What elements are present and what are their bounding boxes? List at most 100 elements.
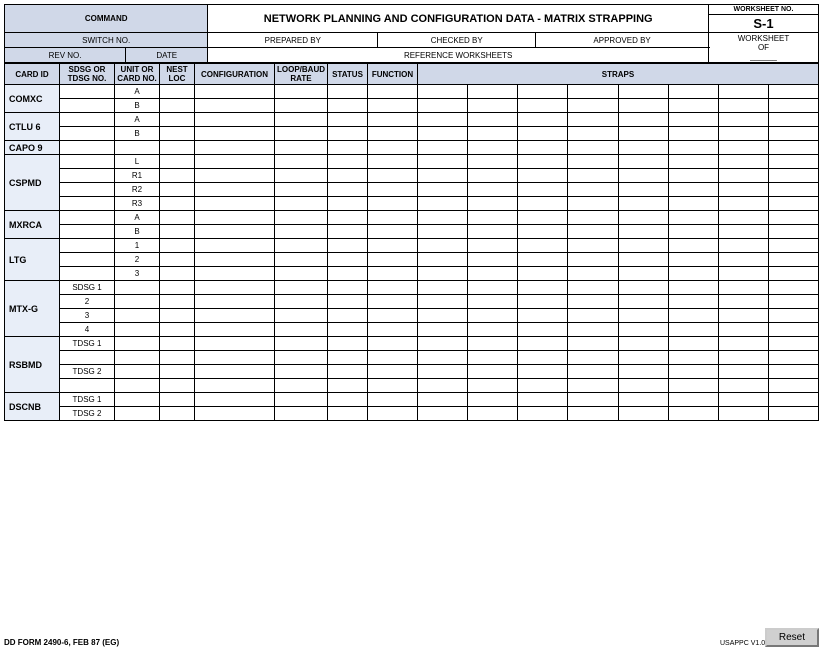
status-cell [328,337,368,351]
strap-cell [468,407,518,421]
strap-cell [768,169,818,183]
sdsg-tdsg-cell [60,379,115,393]
strap-cell [518,351,568,365]
strap-cell [468,85,518,99]
strap-cell [618,169,668,183]
col-straps: STRAPS [418,64,819,85]
loop-baud-cell [275,169,328,183]
configuration-cell [195,169,275,183]
strap-cell [518,99,568,113]
sdsg-tdsg-cell [60,127,115,141]
unit-card-cell [115,281,160,295]
status-cell [328,393,368,407]
unit-card-cell [115,351,160,365]
card-id-cell: CTLU 6 [5,113,60,141]
strap-cell [468,225,518,239]
command-cell: COMMAND [5,5,208,33]
strap-cell [768,281,818,295]
strap-cell [518,407,568,421]
nest-loc-cell [160,183,195,197]
strap-cell [468,141,518,155]
configuration-cell [195,239,275,253]
unit-card-cell [115,407,160,421]
strap-cell [768,99,818,113]
configuration-cell [195,85,275,99]
col-nest-loc: NEST LOC [160,64,195,85]
configuration-cell [195,267,275,281]
strap-cell [418,323,468,337]
strap-cell [768,309,818,323]
strap-cell [718,225,768,239]
loop-baud-cell [275,281,328,295]
strap-cell [518,323,568,337]
strap-cell [668,127,718,141]
col-sdsg-tdsg: SDSG OR TDSG NO. [60,64,115,85]
function-cell [368,407,418,421]
strap-cell [668,281,718,295]
strap-cell [718,407,768,421]
sdsg-tdsg-cell [60,141,115,155]
strap-cell [418,393,468,407]
reset-button[interactable]: Reset [765,628,819,647]
function-cell [368,183,418,197]
configuration-cell [195,155,275,169]
strap-cell [768,407,818,421]
strap-cell [618,183,668,197]
strap-cell [418,379,468,393]
function-cell [368,267,418,281]
strap-cell [518,155,568,169]
strap-cell [518,211,568,225]
loop-baud-cell [275,407,328,421]
strap-cell [668,99,718,113]
strap-cell [518,365,568,379]
strap-cell [618,253,668,267]
strap-cell [568,99,618,113]
nest-loc-cell [160,379,195,393]
strap-cell [568,169,618,183]
usappc-label: USAPPC V1.00 [720,640,769,647]
strap-cell [618,351,668,365]
strap-cell [618,127,668,141]
strap-cell [618,281,668,295]
strap-cell [418,141,468,155]
status-cell [328,99,368,113]
nest-loc-cell [160,127,195,141]
card-id-cell: DSCNB [5,393,60,421]
configuration-cell [195,225,275,239]
strap-cell [518,85,568,99]
strap-cell [518,253,568,267]
unit-card-cell: B [115,127,160,141]
strap-cell [718,337,768,351]
strap-cell [668,225,718,239]
command-label: COMMAND [85,14,128,23]
sdsg-tdsg-cell [60,253,115,267]
prepared-by-label: PREPARED BY [208,33,378,48]
strap-cell [568,85,618,99]
function-cell [368,169,418,183]
strap-cell [768,337,818,351]
strap-cell [468,239,518,253]
strap-cell [568,253,618,267]
strap-cell [718,99,768,113]
function-cell [368,127,418,141]
configuration-cell [195,113,275,127]
strap-cell [768,113,818,127]
configuration-cell [195,183,275,197]
strap-cell [668,239,718,253]
status-cell [328,127,368,141]
strap-cell [418,365,468,379]
loop-baud-cell [275,183,328,197]
strap-cell [718,127,768,141]
unit-card-cell: A [115,85,160,99]
checked-by-label: CHECKED BY [378,33,536,48]
status-cell [328,211,368,225]
strap-cell [568,211,618,225]
unit-card-cell [115,309,160,323]
strap-cell [568,365,618,379]
function-cell [368,225,418,239]
nest-loc-cell [160,141,195,155]
loop-baud-cell [275,253,328,267]
status-cell [328,239,368,253]
loop-baud-cell [275,295,328,309]
card-id-cell: COMXC [5,85,60,113]
